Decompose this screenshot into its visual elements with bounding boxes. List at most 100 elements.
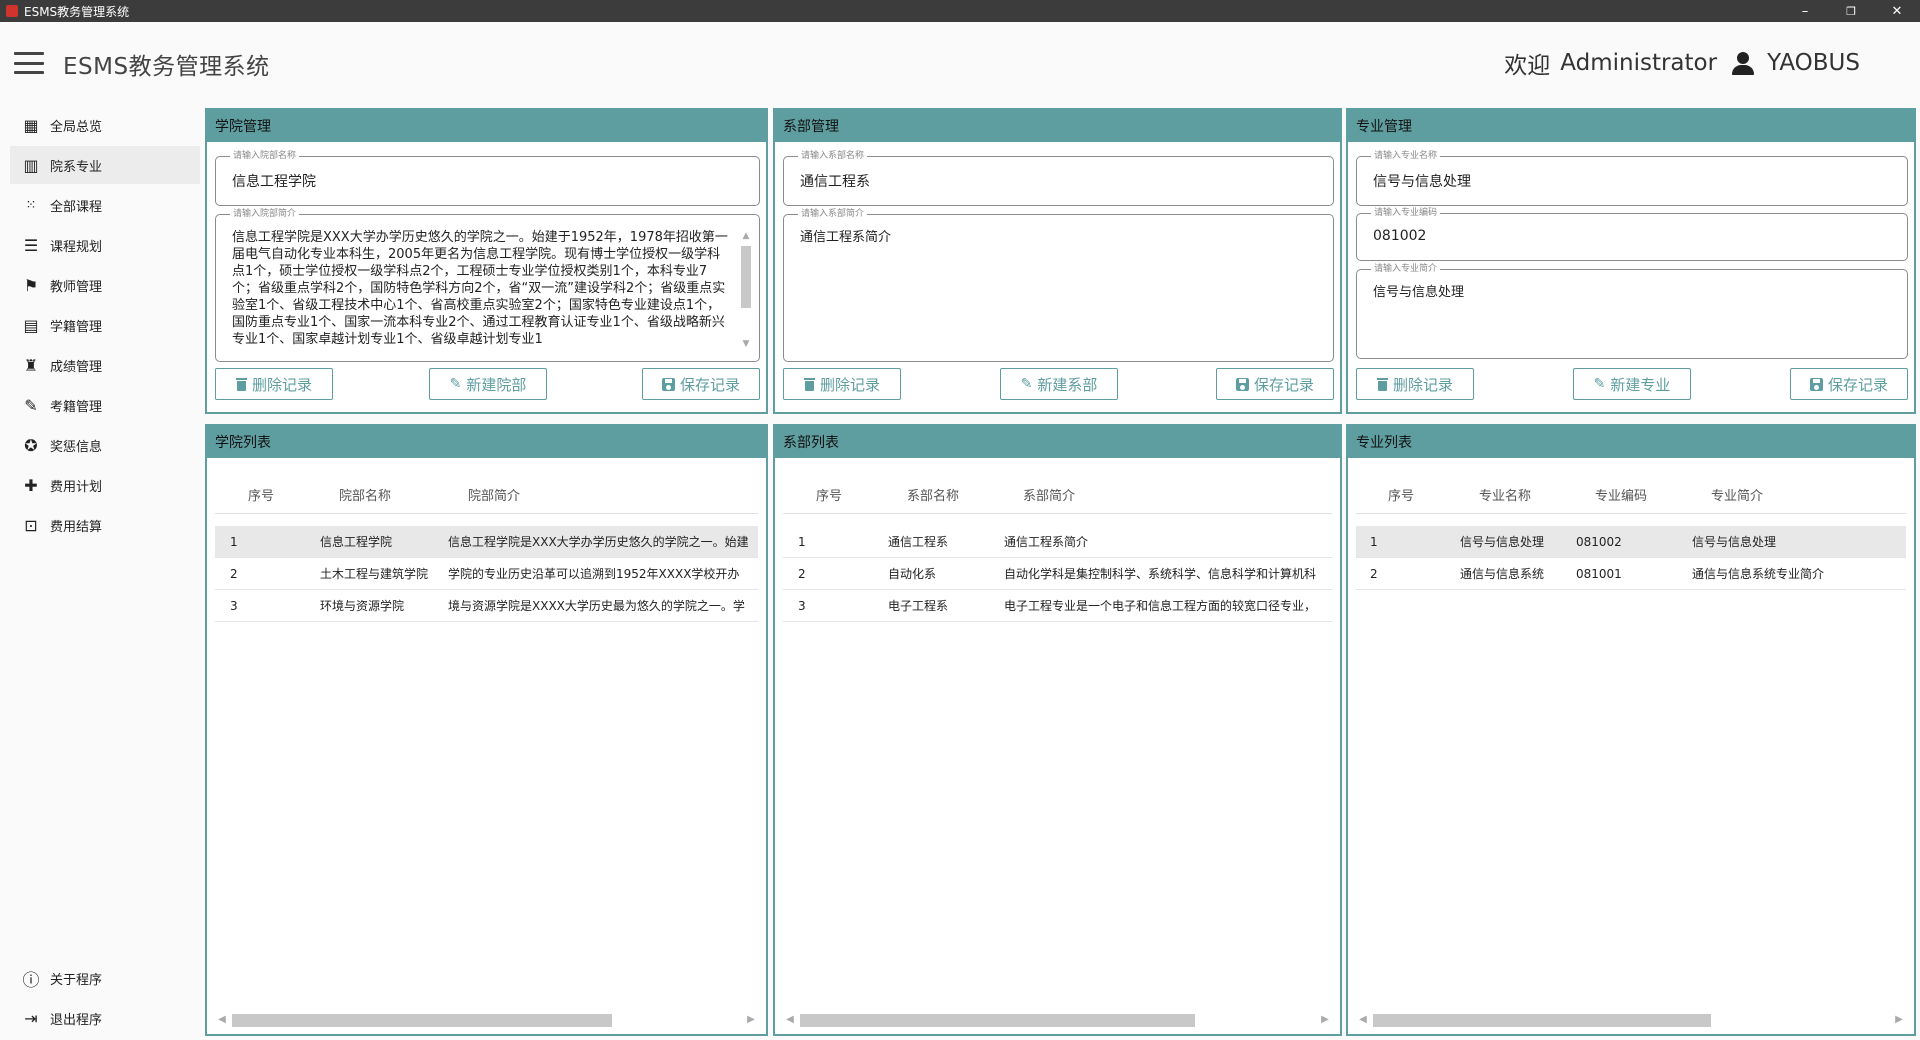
new-college-button[interactable]: ✎ 新建院部 — [429, 368, 547, 400]
sidebar-item-about[interactable]: ⓘ 关于程序 — [10, 959, 200, 997]
sidebar-item-fee-settlement[interactable]: ⊡ 费用结算 — [10, 506, 200, 544]
department-list-panel: 系部列表 序号 系部名称 系部简介 1 通信工程系 通信工程系简介 2 自动化系… — [773, 424, 1342, 1036]
user-name[interactable]: YAOBUS — [1767, 50, 1860, 76]
column-header[interactable]: 院部简介 — [468, 480, 520, 514]
column-header[interactable]: 专业名称 — [1479, 480, 1531, 514]
major-desc-field[interactable]: 请输入专业简介 信号与信息处理 — [1356, 263, 1908, 359]
save-major-button[interactable]: 保存记录 — [1790, 368, 1908, 400]
sidebar-item-label: 成绩管理 — [50, 359, 103, 375]
scrollbar-thumb[interactable] — [1373, 1014, 1711, 1027]
restore-button[interactable]: ❐ — [1828, 0, 1874, 22]
horizontal-scrollbar[interactable]: ◀ ▶ — [215, 1012, 758, 1028]
sidebar-item-departments[interactable]: ▥ 院系专业 — [10, 146, 200, 184]
sidebar-item-student-records[interactable]: ▤ 学籍管理 — [10, 306, 200, 344]
table-row[interactable]: 1 通信工程系 通信工程系简介 — [783, 526, 1332, 558]
horizontal-scrollbar[interactable]: ◀ ▶ — [783, 1012, 1332, 1028]
major-desc-value[interactable]: 信号与信息处理 — [1373, 284, 1879, 352]
cell: 081002 — [1576, 535, 1622, 549]
table-row[interactable]: 2 通信与信息系统 081001 通信与信息系统专业简介 — [1356, 558, 1906, 590]
sidebar-item-label: 全局总览 — [50, 119, 103, 135]
major-code-value[interactable]: 081002 — [1373, 228, 1426, 244]
department-name-field[interactable]: 请输入系部名称 通信工程系 — [783, 150, 1334, 206]
panel-title: 专业列表 — [1348, 426, 1914, 458]
table-row[interactable]: 3 环境与资源学院 境与资源学院是XXXX大学历史最为悠久的学院之一。学 — [215, 590, 758, 622]
cell: 3 — [798, 599, 806, 613]
delete-department-button[interactable]: 删除记录 — [783, 368, 901, 400]
hamburger-menu-icon[interactable] — [14, 52, 44, 74]
sidebar-item-teachers[interactable]: ⚑ 教师管理 — [10, 266, 200, 304]
scroll-up-icon[interactable]: ▲ — [739, 229, 753, 243]
sidebar-item-exams[interactable]: ✎ 考籍管理 — [10, 386, 200, 424]
department-desc-field[interactable]: 请输入系部简介 通信工程系简介 — [783, 208, 1334, 362]
column-header[interactable]: 院部名称 — [339, 480, 391, 514]
save-college-button[interactable]: 保存记录 — [642, 368, 760, 400]
cell: 学院的专业历史沿革可以追溯到1952年XXXX学校开办 — [448, 567, 740, 581]
cell: 2 — [230, 567, 238, 581]
sidebar-item-courses[interactable]: ⁙ 全部课程 — [10, 186, 200, 224]
save-department-button[interactable]: 保存记录 — [1216, 368, 1334, 400]
sidebar-item-grades[interactable]: ♜ 成绩管理 — [10, 346, 200, 384]
college-name-field[interactable]: 请输入院部名称 信息工程学院 — [215, 150, 760, 206]
new-department-button[interactable]: ✎ 新建系部 — [1000, 368, 1118, 400]
cell: 信号与信息处理 — [1460, 535, 1545, 549]
table-row[interactable]: 1 信息工程学院 信息工程学院是XXX大学办学历史悠久的学院之一。始建 — [215, 526, 758, 558]
scroll-right-icon[interactable]: ▶ — [744, 1012, 758, 1028]
info-icon: ⓘ — [22, 970, 40, 991]
major-code-field[interactable]: 请输入专业编码 081002 — [1356, 207, 1908, 261]
scroll-right-icon[interactable]: ▶ — [1318, 1012, 1332, 1028]
button-label: 新建专业 — [1610, 375, 1671, 394]
app-header: ESMS教务管理系统 欢迎 Administrator YAOBUS — [0, 22, 1920, 104]
scroll-down-icon[interactable]: ▼ — [739, 337, 753, 351]
column-header[interactable]: 专业编码 — [1595, 480, 1647, 514]
major-name-value[interactable]: 信号与信息处理 — [1373, 171, 1471, 191]
plan-icon: ✚ — [24, 475, 38, 495]
sidebar-item-exit[interactable]: ⇥ 退出程序 — [10, 999, 200, 1037]
column-header[interactable]: 序号 — [816, 480, 842, 514]
sidebar-item-overview[interactable]: ▦ 全局总览 — [10, 106, 200, 144]
button-label: 新建院部 — [466, 375, 527, 394]
table-row[interactable]: 2 土木工程与建筑学院 学院的专业历史沿革可以追溯到1952年XXXX学校开办 — [215, 558, 758, 590]
scrollbar-thumb[interactable] — [800, 1014, 1195, 1027]
cell: 信号与信息处理 — [1692, 535, 1777, 549]
college-name-value[interactable]: 信息工程学院 — [232, 171, 316, 191]
cell: 环境与资源学院 — [320, 599, 405, 613]
table-row[interactable]: 1 信号与信息处理 081002 信号与信息处理 — [1356, 526, 1906, 558]
scroll-left-icon[interactable]: ◀ — [1356, 1012, 1370, 1028]
panel-title: 学院管理 — [207, 110, 766, 142]
scrollbar-thumb[interactable] — [741, 246, 751, 308]
user-icon[interactable] — [1731, 50, 1755, 76]
college-desc-value[interactable]: 信息工程学院是XXX大学办学历史悠久的学院之一。始建于1952年，1978年招收… — [232, 229, 731, 355]
table-row[interactable]: 2 自动化系 自动化学科是集控制科学、系统科学、信息科学和计算机科 — [783, 558, 1332, 590]
sidebar-item-course-plan[interactable]: ☰ 课程规划 — [10, 226, 200, 264]
panel-title: 系部列表 — [775, 426, 1340, 458]
vertical-scrollbar[interactable]: ▲ ▼ — [739, 229, 753, 351]
college-desc-field[interactable]: 请输入院部简介 信息工程学院是XXX大学办学历史悠久的学院之一。始建于1952年… — [215, 208, 760, 362]
sidebar-item-awards[interactable]: ✪ 奖惩信息 — [10, 426, 200, 464]
column-header[interactable]: 专业简介 — [1711, 480, 1763, 514]
department-desc-value[interactable]: 通信工程系简介 — [800, 229, 1305, 355]
delete-college-button[interactable]: 删除记录 — [215, 368, 333, 400]
dashboard-icon: ▦ — [23, 115, 39, 135]
delete-major-button[interactable]: 删除记录 — [1356, 368, 1474, 400]
scroll-left-icon[interactable]: ◀ — [783, 1012, 797, 1028]
scrollbar-thumb[interactable] — [232, 1014, 612, 1027]
column-header[interactable]: 系部简介 — [1023, 480, 1075, 514]
cell: 自动化学科是集控制科学、系统科学、信息科学和计算机科 — [1004, 567, 1317, 581]
department-name-value[interactable]: 通信工程系 — [800, 171, 870, 191]
trash-icon — [803, 377, 815, 391]
scroll-left-icon[interactable]: ◀ — [215, 1012, 229, 1028]
sidebar-item-label: 考籍管理 — [50, 399, 103, 415]
new-major-button[interactable]: ✎ 新建专业 — [1573, 368, 1691, 400]
close-button[interactable]: ✕ — [1874, 0, 1920, 22]
cell: 1 — [230, 535, 238, 549]
sidebar-item-fee-plan[interactable]: ✚ 费用计划 — [10, 466, 200, 504]
column-header[interactable]: 序号 — [1388, 480, 1414, 514]
column-header[interactable]: 系部名称 — [907, 480, 959, 514]
minimize-button[interactable]: – — [1782, 0, 1828, 22]
major-name-field[interactable]: 请输入专业名称 信号与信息处理 — [1356, 150, 1908, 206]
scroll-right-icon[interactable]: ▶ — [1892, 1012, 1906, 1028]
table-row[interactable]: 3 电子工程系 电子工程专业是一个电子和信息工程方面的较宽口径专业， — [783, 590, 1332, 622]
cell: 1 — [798, 535, 806, 549]
column-header[interactable]: 序号 — [248, 480, 274, 514]
horizontal-scrollbar[interactable]: ◀ ▶ — [1356, 1012, 1906, 1028]
